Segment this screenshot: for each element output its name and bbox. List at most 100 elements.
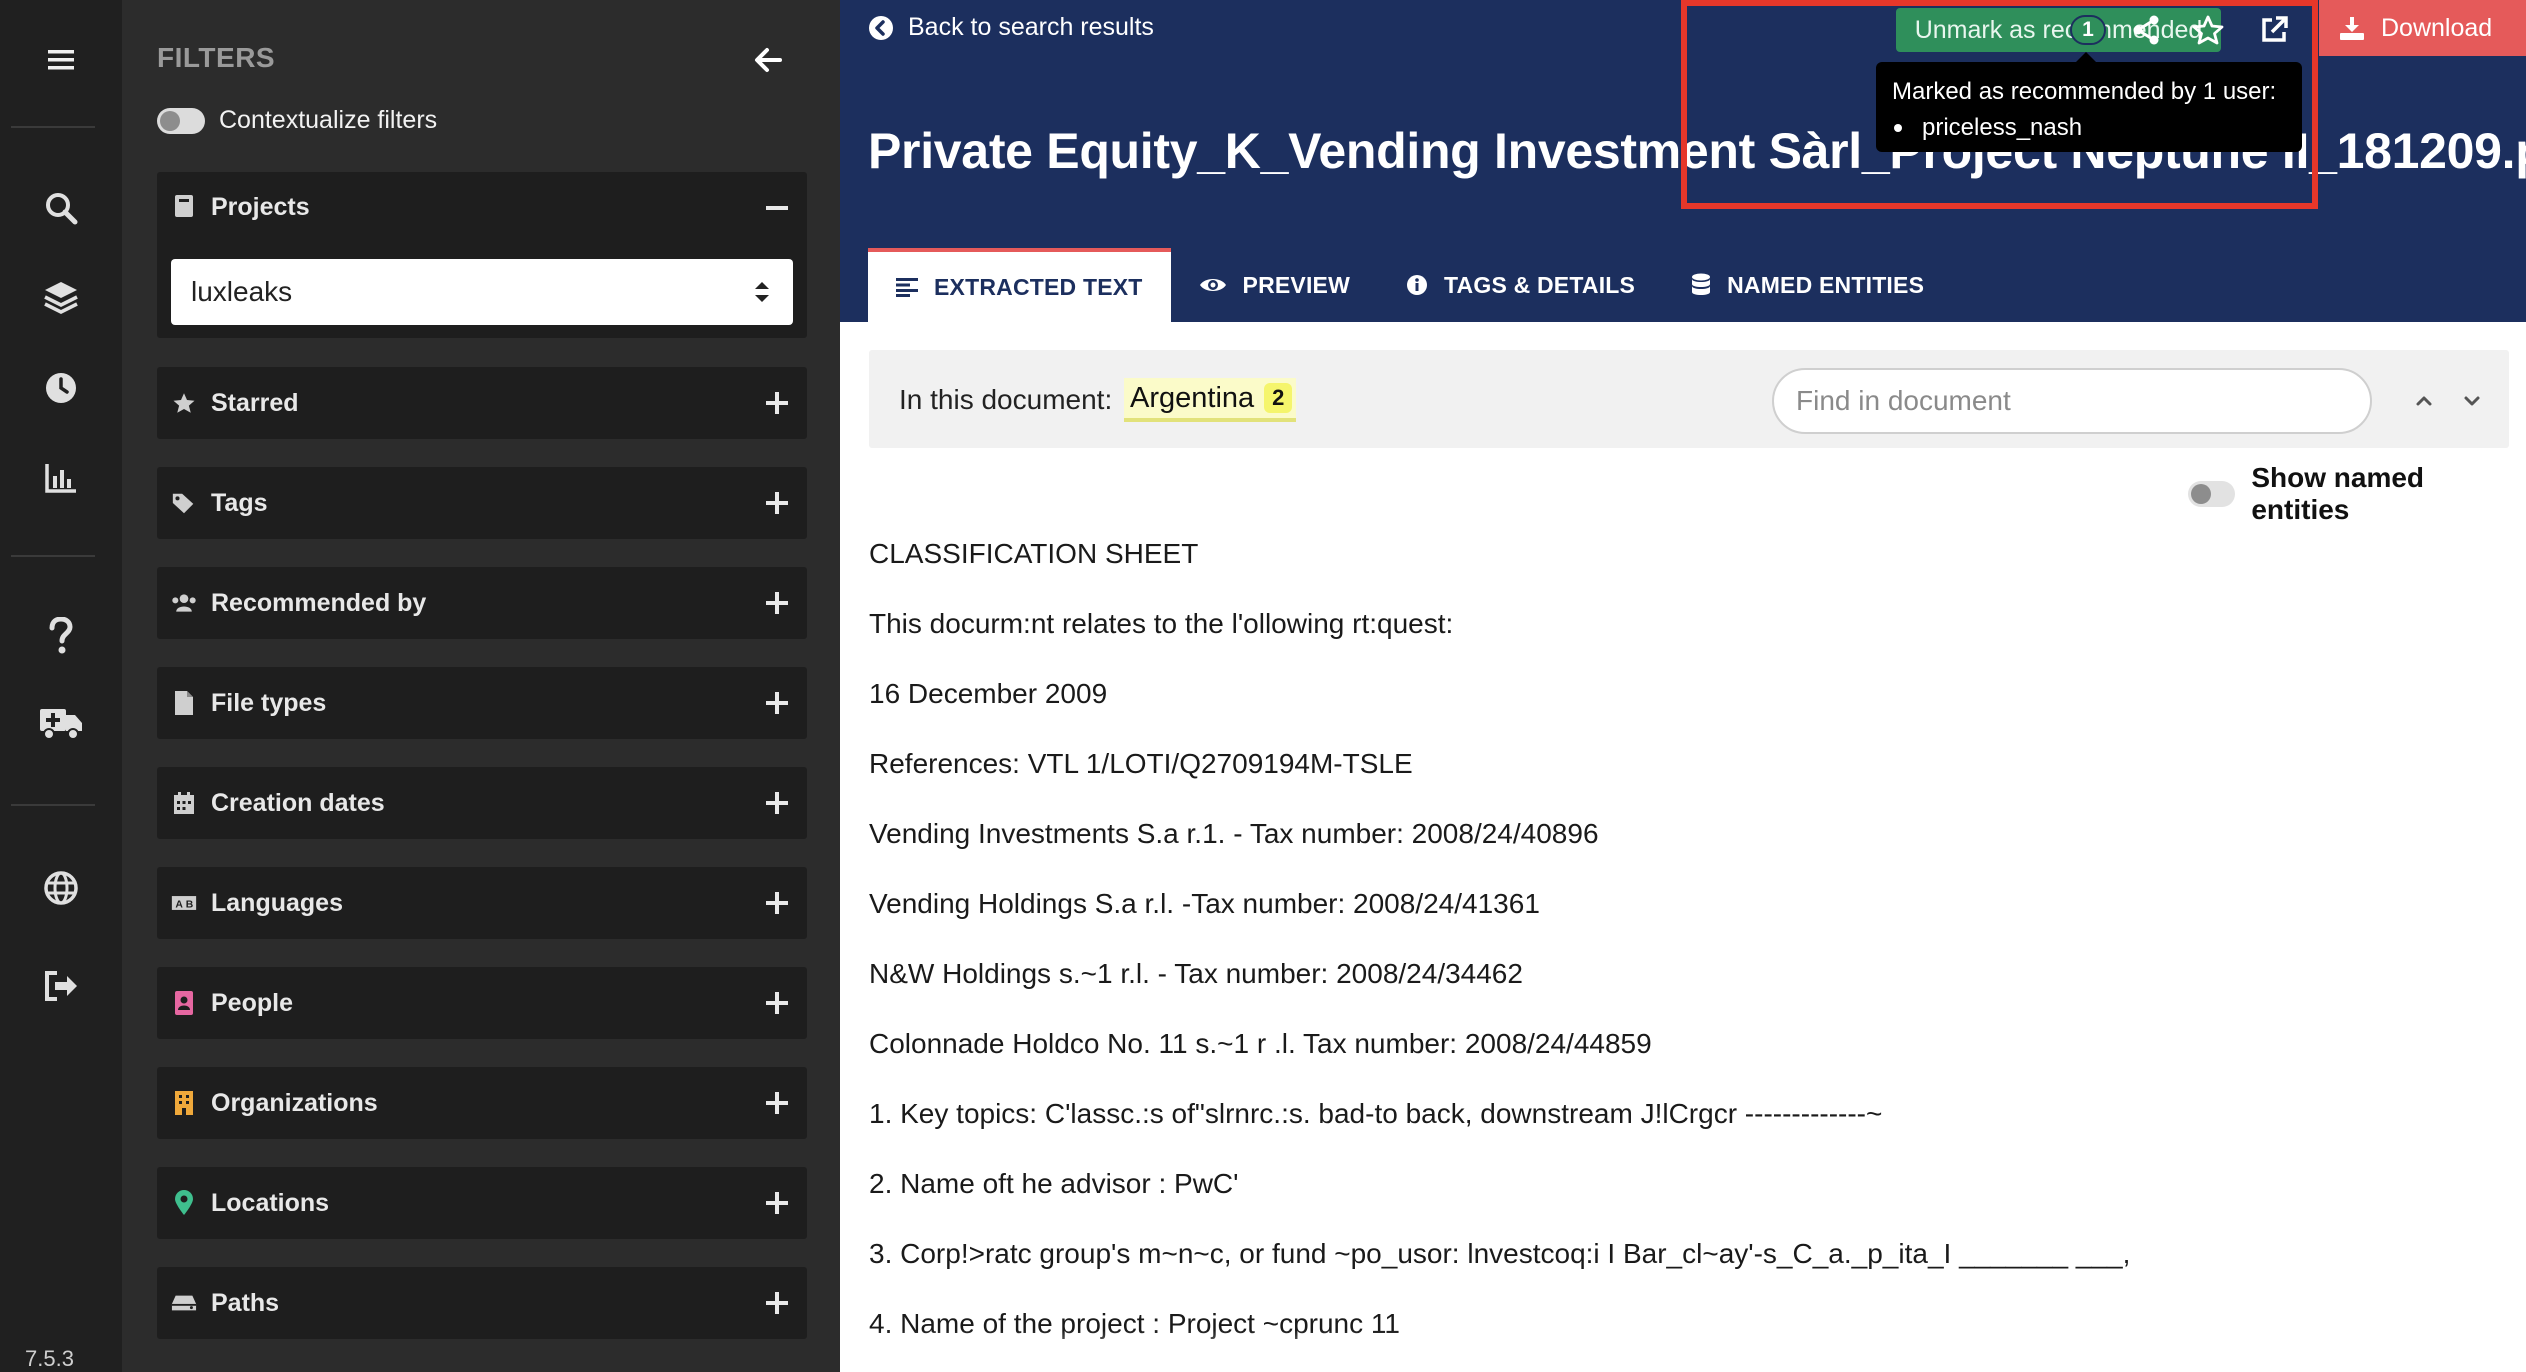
extracted-text-body: CLASSIFICATION SHEET This docurm:nt relat… <box>869 535 2509 1372</box>
star-icon <box>171 390 197 416</box>
expand-plus-icon[interactable] <box>761 387 793 419</box>
menu-icon[interactable] <box>0 28 122 92</box>
collapse-filters-arrow-icon[interactable] <box>750 42 786 78</box>
search-term-chip[interactable]: Argentina 2 <box>1124 378 1297 422</box>
filter-locations[interactable]: Locations <box>157 1167 807 1239</box>
share-icon[interactable] <box>2126 10 2166 50</box>
document-text-line: 16 December 2009 <box>869 678 1108 709</box>
calendar-icon <box>171 790 197 816</box>
person-badge-icon <box>171 990 197 1016</box>
tab-label: PREVIEW <box>1242 271 1351 298</box>
filter-label: Tags <box>211 488 268 517</box>
filter-file-types[interactable]: File types <box>157 667 807 739</box>
unmark-recommended-button[interactable]: Unmark as recommended <box>1896 8 2221 52</box>
file-icon <box>171 690 197 716</box>
document-text-line: 3. Corp!>ratc group's m~n~c, or fund ~po… <box>869 1238 2131 1269</box>
filter-paths[interactable]: Paths <box>157 1267 807 1339</box>
users-icon <box>171 590 197 616</box>
filter-creation-dates[interactable]: Creation dates <box>157 767 807 839</box>
tooltip-user: priceless_nash <box>1922 114 2083 141</box>
filter-label: Creation dates <box>211 788 385 817</box>
drive-icon <box>171 1290 197 1316</box>
filter-people[interactable]: People <box>157 967 807 1039</box>
filter-tags[interactable]: Tags <box>157 467 807 539</box>
show-named-entities: Show named entities <box>2188 462 2526 526</box>
expand-plus-icon[interactable] <box>761 887 793 919</box>
document-text-line: Colonnade Holdco No. 11 s.~1 r .l. Tax n… <box>869 1028 1652 1059</box>
filter-recommended-by[interactable]: Recommended by <box>157 567 807 639</box>
previous-match-chevron-up-icon[interactable] <box>2409 386 2439 416</box>
first-aid-truck-icon[interactable] <box>0 692 122 756</box>
tab-label: TAGS & DETAILS <box>1444 271 1636 298</box>
filter-label: Locations <box>211 1188 330 1217</box>
expand-plus-icon[interactable] <box>761 1287 793 1319</box>
filters-panel: FILTERS Contextualize filters Projects l… <box>122 0 840 1372</box>
document-search-bar: In this document: Argentina 2 <box>869 350 2509 448</box>
contextualize-toggle[interactable] <box>157 107 205 134</box>
document-text-line: 1. Key topics: C'lassc.:s of"slrnrc.:s. … <box>869 1098 1883 1129</box>
filter-label: Recommended by <box>211 588 427 617</box>
select-caret-icon <box>753 279 771 305</box>
rail-divider <box>11 555 95 557</box>
collapse-minus-icon[interactable] <box>761 192 793 224</box>
back-to-results-link[interactable]: Back to search results <box>868 13 1154 42</box>
contextualize-label: Contextualize filters <box>219 106 438 134</box>
tab-tags-details[interactable]: TAGS & DETAILS <box>1378 248 1663 322</box>
expand-plus-icon[interactable] <box>761 587 793 619</box>
filter-starred[interactable]: Starred <box>157 367 807 439</box>
back-label: Back to search results <box>908 13 1154 41</box>
tab-named-entities[interactable]: NAMED ENTITIES <box>1663 248 1952 322</box>
expand-plus-icon[interactable] <box>761 987 793 1019</box>
expand-plus-icon[interactable] <box>761 787 793 819</box>
chart-icon[interactable] <box>0 446 122 510</box>
filter-projects: Projects luxleaks <box>157 172 807 338</box>
tooltip-title: Marked as recommended by 1 user: <box>1892 78 2277 105</box>
search-icon[interactable] <box>0 176 122 240</box>
filter-label: Languages <box>211 888 343 917</box>
filter-label: Paths <box>211 1288 280 1317</box>
document-text-line: This docurm:nt relates to the l'ollowing… <box>869 608 1454 639</box>
external-link-icon[interactable] <box>2254 10 2294 50</box>
back-circle-icon <box>868 15 894 41</box>
expand-plus-icon[interactable] <box>761 1087 793 1119</box>
tab-label: EXTRACTED TEXT <box>934 273 1143 300</box>
find-in-document-input[interactable] <box>1772 368 2372 434</box>
help-icon[interactable] <box>0 604 122 668</box>
expand-plus-icon[interactable] <box>761 687 793 719</box>
search-term: Argentina <box>1130 381 1255 414</box>
contextualize-filters: Contextualize filters <box>157 106 437 135</box>
scroll-fade <box>840 1330 2526 1372</box>
tab-extracted-text[interactable]: EXTRACTED TEXT <box>868 248 1171 322</box>
filter-languages[interactable]: A B Languages <box>157 867 807 939</box>
info-icon <box>1406 274 1428 296</box>
download-button[interactable]: Download <box>2319 0 2526 56</box>
tab-preview[interactable]: PREVIEW <box>1171 248 1378 322</box>
tags-icon <box>171 490 197 516</box>
search-term-count: 2 <box>1264 383 1293 413</box>
document-tabs: EXTRACTED TEXT PREVIEW TAGS & DETAILS NA… <box>868 248 1952 322</box>
document-text-line: 2. Name oft he advisor : PwC' <box>869 1168 1239 1199</box>
download-icon <box>2339 15 2365 41</box>
filter-organizations[interactable]: Organizations <box>157 1067 807 1139</box>
expand-plus-icon[interactable] <box>761 487 793 519</box>
language-icon: AB <box>171 890 197 916</box>
align-left-icon <box>896 277 918 297</box>
next-match-chevron-down-icon[interactable] <box>2457 386 2487 416</box>
document-text-line: References: VTL 1/LOTI/Q2709194M-TSLE <box>869 748 1413 779</box>
document-text-line: CLASSIFICATION SHEET <box>869 538 1199 569</box>
filter-label: Starred <box>211 388 299 417</box>
filter-label: People <box>211 988 293 1017</box>
layers-icon[interactable] <box>0 265 122 329</box>
filter-label: File types <box>211 688 327 717</box>
history-icon[interactable] <box>0 356 122 420</box>
svg-text:B: B <box>186 899 194 910</box>
star-outline-icon[interactable] <box>2188 10 2228 50</box>
show-named-entities-toggle[interactable] <box>2188 481 2236 507</box>
sign-out-icon[interactable] <box>0 954 122 1018</box>
bullet-icon <box>1894 124 1902 132</box>
download-label: Download <box>2381 13 2493 42</box>
expand-plus-icon[interactable] <box>761 1187 793 1219</box>
project-select[interactable]: luxleaks <box>171 259 793 325</box>
filters-title: FILTERS <box>157 42 276 73</box>
globe-icon[interactable] <box>0 856 122 920</box>
